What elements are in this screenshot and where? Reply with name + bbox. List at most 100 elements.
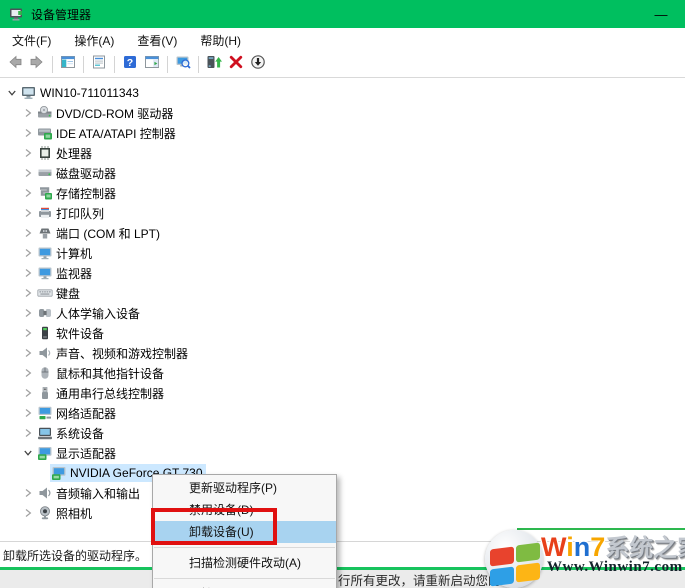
tree-item-monitors[interactable]: 监视器 xyxy=(0,263,685,283)
back-button[interactable] xyxy=(4,54,26,76)
keyboard-icon xyxy=(37,285,53,301)
computer-icon xyxy=(21,85,37,101)
chevron-right-icon[interactable] xyxy=(20,485,36,501)
tree-item-core[interactable]: 系统设备 xyxy=(36,424,107,442)
windows-flag-yellow xyxy=(516,563,540,583)
menu-file[interactable]: 文件(F) xyxy=(2,29,61,52)
forward-button[interactable] xyxy=(26,54,48,76)
tree-item-system-devices[interactable]: 系统设备 xyxy=(0,423,685,443)
tree-item-storage-controllers[interactable]: 存储控制器 xyxy=(0,183,685,203)
chevron-right-icon[interactable] xyxy=(20,285,36,301)
menu-view[interactable]: 查看(V) xyxy=(127,29,187,52)
toolbar-separator xyxy=(83,56,84,73)
tree-item-keyboards[interactable]: 键盘 xyxy=(0,283,685,303)
tree-item-dvd-cdrom-drives[interactable]: DVD/CD-ROM 驱动器 xyxy=(0,103,685,123)
chevron-right-icon[interactable] xyxy=(20,345,36,361)
menu-action[interactable]: 操作(A) xyxy=(64,29,124,52)
show-action-pane-button[interactable] xyxy=(141,54,163,76)
tree-item-core[interactable]: 监视器 xyxy=(36,264,95,282)
chevron-right-icon[interactable] xyxy=(20,365,36,381)
tree-item-core[interactable]: 磁盘驱动器 xyxy=(36,164,119,182)
tree-item-audio-inputs-outputs[interactable]: 音频输入和输出 xyxy=(0,483,685,503)
properties-button[interactable] xyxy=(88,54,110,76)
tree-item-core[interactable]: 处理器 xyxy=(36,144,95,162)
chevron-right-icon[interactable] xyxy=(20,385,36,401)
forward-icon xyxy=(29,54,45,75)
tree-item-core[interactable]: 打印队列 xyxy=(36,204,107,222)
tree-item-nvidia-geforce-gt730[interactable]: NVIDIA GeForce GT 730 xyxy=(0,463,685,483)
tree-item-print-queues[interactable]: 打印队列 xyxy=(0,203,685,223)
tree-item-cameras[interactable]: 照相机 xyxy=(0,503,685,523)
chevron-down-icon[interactable] xyxy=(20,445,36,461)
hid-icon xyxy=(37,305,53,321)
help-button[interactable]: ? xyxy=(119,54,141,76)
chevron-right-icon[interactable] xyxy=(20,225,36,241)
tree-item-ports-com-lpt[interactable]: 端口 (COM 和 LPT) xyxy=(0,223,685,243)
tree-item-computer[interactable]: 计算机 xyxy=(0,243,685,263)
tree-item-core[interactable]: 鼠标和其他指针设备 xyxy=(36,364,167,382)
chevron-right-icon[interactable] xyxy=(20,265,36,281)
chevron-right-icon[interactable] xyxy=(20,125,36,141)
chevron-right-icon[interactable] xyxy=(20,425,36,441)
tree-item-label: 声音、视频和游戏控制器 xyxy=(56,345,188,362)
tree-item-core[interactable]: IDE ATA/ATAPI 控制器 xyxy=(36,124,179,142)
chevron-down-icon[interactable] xyxy=(4,85,20,101)
tree-item-core[interactable]: 声音、视频和游戏控制器 xyxy=(36,344,191,362)
tree-item-display-adapters[interactable]: 显示适配器 xyxy=(0,443,685,463)
chevron-right-icon[interactable] xyxy=(20,405,36,421)
tree-item-core[interactable]: 显示适配器 xyxy=(36,444,119,462)
windows-flag-green xyxy=(516,543,540,563)
tree-item-sound-video-game[interactable]: 声音、视频和游戏控制器 xyxy=(0,343,685,363)
tree-item-processors[interactable]: 处理器 xyxy=(0,143,685,163)
tree-item-network-adapters[interactable]: 网络适配器 xyxy=(0,403,685,423)
chevron-right-icon[interactable] xyxy=(20,505,36,521)
tree-item-core[interactable]: 存储控制器 xyxy=(36,184,119,202)
tree-item-ide-ata-controllers[interactable]: IDE ATA/ATAPI 控制器 xyxy=(0,123,685,143)
tree-item-core[interactable]: DVD/CD-ROM 驱动器 xyxy=(36,104,176,122)
chevron-right-icon[interactable] xyxy=(20,245,36,261)
tree-item-core[interactable]: 键盘 xyxy=(36,284,83,302)
tree-item-hid-devices[interactable]: 人体学输入设备 xyxy=(0,303,685,323)
chevron-right-icon[interactable] xyxy=(20,185,36,201)
context-menu-item-update-driver[interactable]: 更新驱动程序(P) xyxy=(153,477,336,499)
context-menu-separator xyxy=(154,578,335,579)
chevron-right-icon[interactable] xyxy=(20,305,36,321)
watermark-brand-prefix: Win7 xyxy=(541,532,605,562)
chevron-right-icon[interactable] xyxy=(20,165,36,181)
menu-help[interactable]: 帮助(H) xyxy=(190,29,251,52)
storage-icon xyxy=(37,185,53,201)
watermark-logo-circle xyxy=(485,530,543,588)
tree-item-label: IDE ATA/ATAPI 控制器 xyxy=(56,125,176,142)
mouse-icon xyxy=(37,365,53,381)
uninstall-device-button[interactable] xyxy=(225,54,247,76)
chevron-right-icon[interactable] xyxy=(20,205,36,221)
context-menu-item-properties[interactable]: 属性(R) xyxy=(153,583,336,588)
device-tree: WIN10-711011343 DVD/CD-ROM 驱动器 IDE ATA/ATA… xyxy=(0,79,685,541)
disable-device-button[interactable] xyxy=(247,54,269,76)
tree-item-core[interactable]: 计算机 xyxy=(36,244,95,262)
show-console-tree-button[interactable] xyxy=(57,54,79,76)
context-menu-item-scan-hardware[interactable]: 扫描检测硬件改动(A) xyxy=(153,552,336,574)
tree-item-root-computer[interactable]: WIN10-711011343 xyxy=(0,83,685,103)
tree-item-core[interactable]: WIN10-711011343 xyxy=(20,84,142,102)
minimize-button[interactable]: — xyxy=(643,0,679,28)
tree-item-mice-pointing[interactable]: 鼠标和其他指针设备 xyxy=(0,363,685,383)
tree-item-core[interactable]: 人体学输入设备 xyxy=(36,304,143,322)
tree-item-core[interactable]: 照相机 xyxy=(36,504,95,522)
chevron-right-icon[interactable] xyxy=(20,145,36,161)
chevron-right-icon[interactable] xyxy=(20,325,36,341)
tree-item-core[interactable]: 网络适配器 xyxy=(36,404,119,422)
tree-item-core[interactable]: 音频输入和输出 xyxy=(36,484,143,502)
toolbar-separator xyxy=(167,56,168,73)
status-text: 卸载所选设备的驱动程序。 xyxy=(3,547,147,564)
tree-item-core[interactable]: 端口 (COM 和 LPT) xyxy=(36,224,163,242)
tree-item-usb-controllers[interactable]: 通用串行总线控制器 xyxy=(0,383,685,403)
chevron-right-icon[interactable] xyxy=(20,105,36,121)
network-icon xyxy=(37,405,53,421)
tree-item-disk-drives[interactable]: 磁盘驱动器 xyxy=(0,163,685,183)
update-driver-button[interactable] xyxy=(203,54,225,76)
scan-hardware-changes-button[interactable] xyxy=(172,54,194,76)
tree-item-core[interactable]: 软件设备 xyxy=(36,324,107,342)
tree-item-software-devices[interactable]: 软件设备 xyxy=(0,323,685,343)
tree-item-core[interactable]: 通用串行总线控制器 xyxy=(36,384,167,402)
